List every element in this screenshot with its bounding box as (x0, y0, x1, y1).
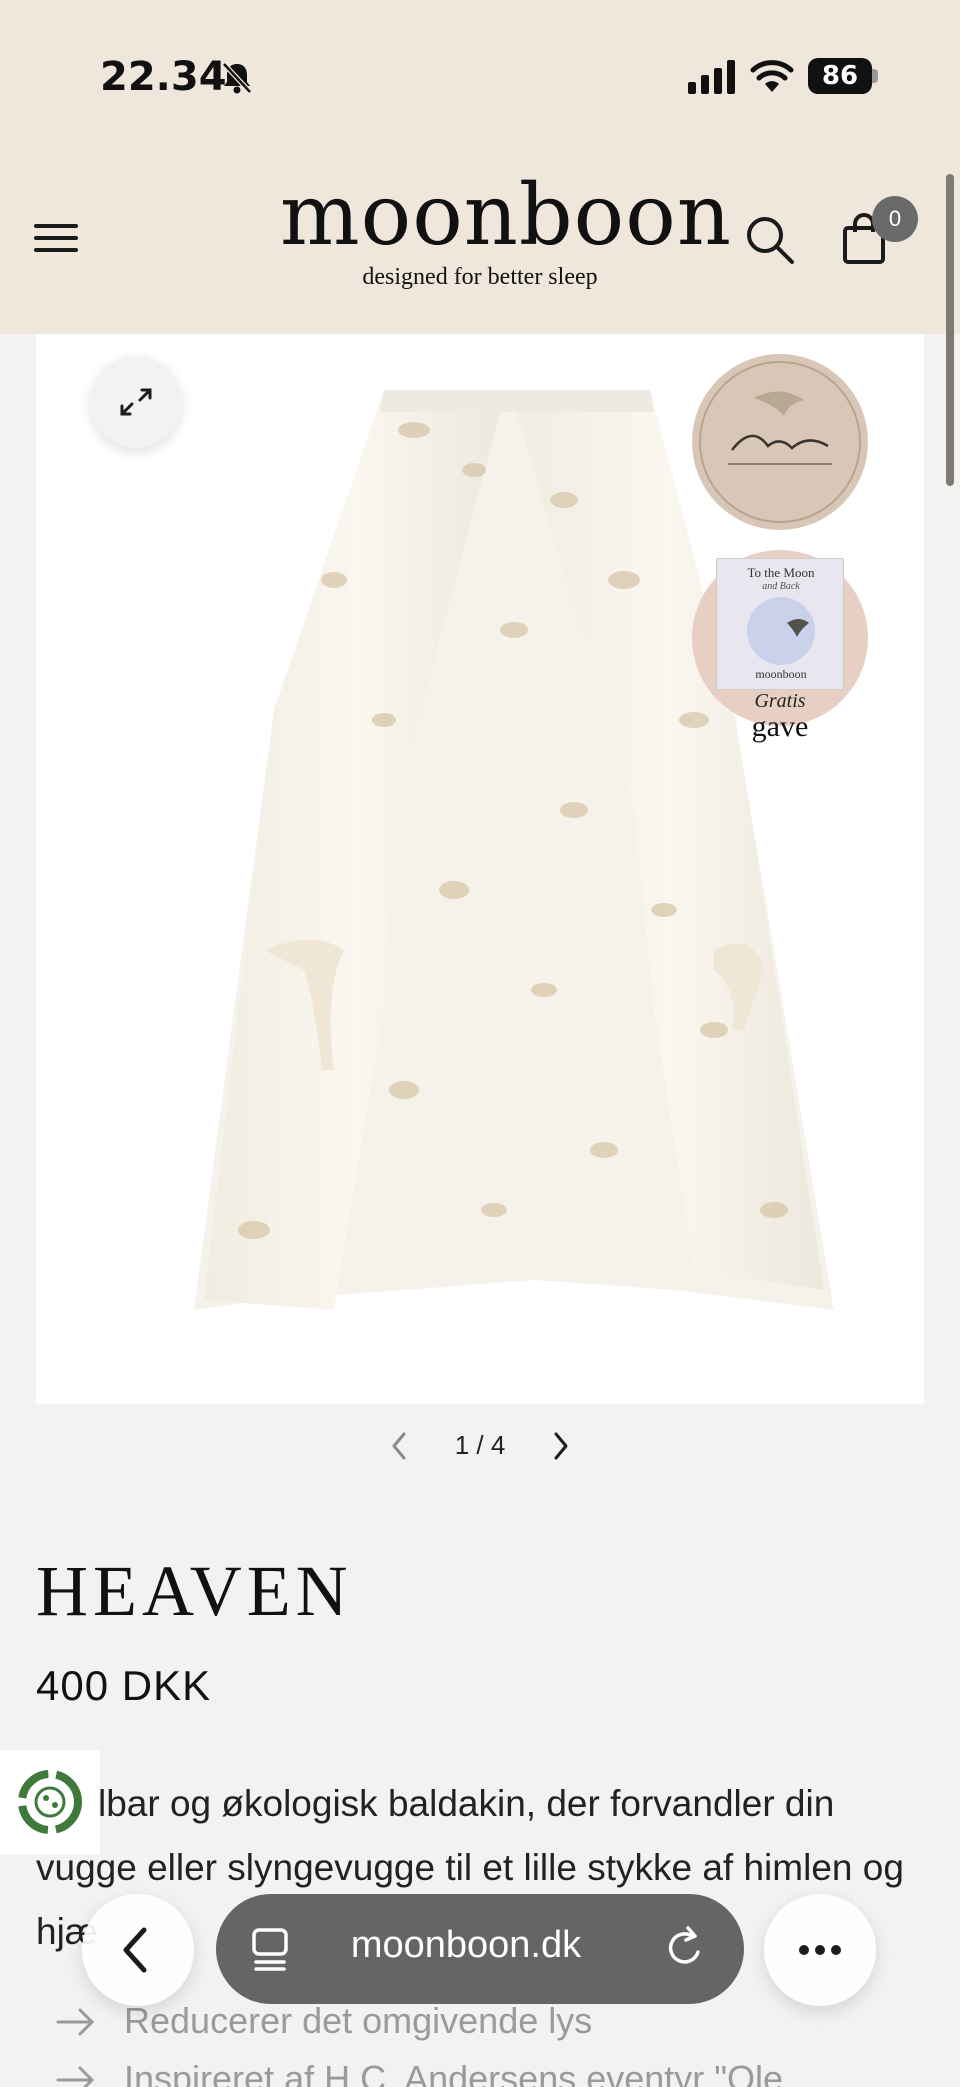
browser-back-button[interactable] (82, 1894, 194, 2006)
free-gift-badge: To the Moon and Back moonboon Gratis gav… (692, 550, 868, 743)
cellular-signal-icon (688, 60, 735, 94)
eco-certification-badge[interactable] (0, 1750, 100, 1854)
browser-more-button[interactable] (764, 1894, 876, 2006)
feature-item: Inspireret af H.C. Andersens eventyr "Ol… (56, 2058, 936, 2087)
recycle-leaf-icon (18, 1770, 82, 1834)
battery-nub (872, 69, 878, 83)
brand-logo[interactable]: moonboon (280, 170, 731, 260)
product-image-canopy (194, 390, 834, 1310)
product-price: 400 DKK (36, 1662, 212, 1709)
url-domain[interactable]: moonboon.dk (316, 1924, 616, 1967)
feature-text: Inspireret af H.C. Andersens eventyr "Ol… (124, 2058, 784, 2087)
menu-icon-line (34, 224, 78, 228)
image-pager: 1 / 4 (370, 1424, 590, 1468)
menu-icon-line (34, 236, 78, 240)
browser-address-bar[interactable]: moonboon.dk (216, 1894, 744, 2004)
pager-count: 1 / 4 (454, 1430, 506, 1460)
status-time: 22.34 (100, 54, 227, 100)
feature-item: Reducerer det omgivende lys (56, 2000, 936, 2058)
wifi-icon (750, 60, 794, 92)
product-title: HEAVEN (36, 1551, 353, 1631)
feature-text: Reducerer det omgivende lys (124, 2000, 593, 2041)
chevron-left-icon[interactable] (384, 1428, 414, 1464)
expand-icon (120, 388, 152, 416)
more-dots-icon (799, 1945, 841, 1955)
feature-list: Reducerer det omgivende lys Inspireret a… (56, 2000, 936, 2087)
expand-image-button[interactable] (90, 356, 182, 448)
page-menu-icon[interactable] (250, 1926, 290, 1972)
gift-label-bottom: gave (751, 710, 809, 743)
reload-icon[interactable] (662, 1924, 708, 1972)
hc-andersen-partnership-seal (692, 354, 868, 530)
header-bar: 22.34 86 moonboon designed for better sl… (0, 0, 960, 334)
gift-book-cover: To the Moon and Back moonboon (716, 558, 844, 690)
page-scrollbar[interactable] (946, 174, 954, 486)
cart-count-badge[interactable]: 0 (872, 196, 918, 242)
arrow-right-icon (56, 2008, 95, 2036)
description-line: vugge eller slyngevugge til et lille sty… (36, 1847, 904, 1888)
product-image-gallery[interactable]: To the Moon and Back moonboon Gratis gav… (36, 334, 924, 1404)
brand-tagline: designed for better sleep (362, 264, 598, 290)
chevron-right-icon[interactable] (546, 1428, 576, 1464)
bell-muted-icon (222, 62, 252, 94)
menu-icon-line (34, 248, 78, 252)
battery-indicator: 86 (808, 58, 878, 94)
menu-button[interactable] (34, 220, 80, 256)
arrow-right-icon (56, 2066, 95, 2087)
partnership-seal-graphic (699, 361, 861, 523)
book-brand: moonboon (755, 667, 807, 681)
battery-level: 86 (808, 58, 872, 94)
description-line: lbar og økologisk baldakin, der forvandl… (98, 1783, 835, 1824)
search-icon[interactable] (744, 214, 796, 266)
chevron-left-icon (123, 1927, 147, 1973)
